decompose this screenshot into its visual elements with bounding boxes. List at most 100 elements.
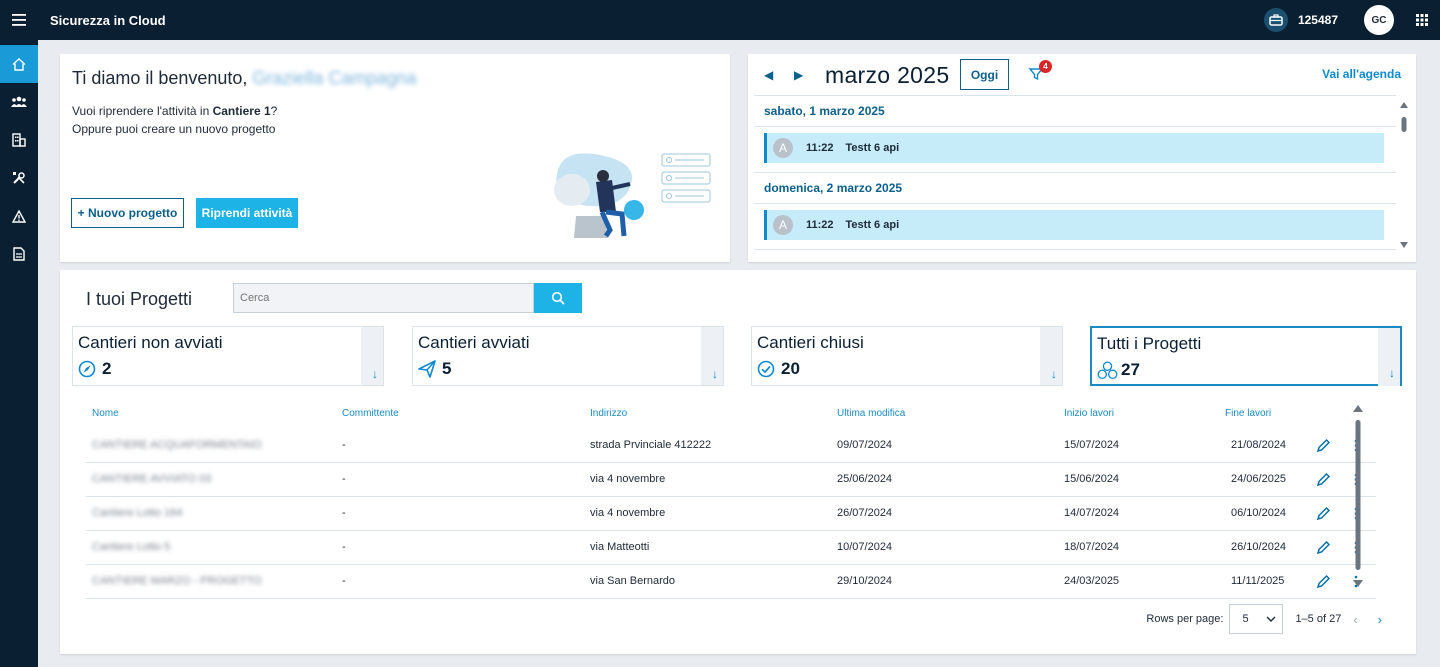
tile-label: Cantieri non avviati: [78, 333, 223, 352]
menu-icon[interactable]: [0, 0, 38, 40]
cell-name: CANTIERE ACQUAFORMENTAIO: [92, 439, 262, 451]
welcome-card: Ti diamo il benvenuto, Graziella Campagn…: [60, 54, 730, 262]
tile-count: 2: [102, 359, 112, 378]
cell-name: Cantiere Lotto 5: [92, 541, 171, 553]
tile-tutti-i-progetti[interactable]: Tutti i Progetti 27 ↓: [1090, 326, 1402, 386]
next-month-arrow[interactable]: ▶: [794, 68, 803, 82]
circles-icon: [1097, 361, 1118, 380]
cell-start: 15/06/2024: [1064, 473, 1120, 485]
rows-per-page-select[interactable]: 5: [1229, 604, 1284, 634]
table-row[interactable]: CANTIERE ACQUAFORMENTAIO - strada Prvinc…: [86, 429, 1376, 463]
go-to-agenda-link[interactable]: Vai all'agenda: [1322, 67, 1401, 81]
tile-cantieri-non-avviati[interactable]: Cantieri non avviati 2 ↓: [72, 326, 384, 386]
sidebar-item-home[interactable]: [0, 45, 38, 83]
sidebar-item-tools[interactable]: [0, 159, 38, 197]
account-code: 125487: [1297, 13, 1338, 27]
column-header-committente[interactable]: Committente: [342, 408, 399, 419]
tile-count: 20: [781, 359, 800, 378]
check-circle-icon: [757, 360, 775, 378]
previous-page-icon[interactable]: ‹: [1353, 612, 1357, 627]
table-header: Nome Committente Indirizzo Ultima modifi…: [86, 402, 1376, 429]
filter-count-badge: 4: [1039, 60, 1052, 73]
arrow-down-icon[interactable]: ↓: [1051, 367, 1057, 381]
cell-address: via 4 novembre: [590, 507, 666, 519]
sidebar-item-documents[interactable]: [0, 235, 38, 273]
search-button[interactable]: [534, 283, 582, 313]
table-row[interactable]: CANTIERE MARZO - PROGETTO - via San Bern…: [86, 565, 1376, 599]
edit-pencil-icon[interactable]: [1316, 574, 1331, 589]
cell-name: CANTIERE AVVIATO 03: [92, 473, 212, 485]
arrow-down-icon[interactable]: ↓: [1389, 366, 1395, 380]
user-avatar[interactable]: GC: [1364, 5, 1394, 35]
resume-line: Vuoi riprendere l'attività in Cantiere 1…: [72, 104, 277, 118]
welcome-heading: Ti diamo il benvenuto, Graziella Campagn…: [72, 68, 417, 89]
page-range: 1–5 of 27: [1295, 613, 1342, 625]
cell-address: via Matteotti: [590, 541, 650, 553]
new-project-button[interactable]: + Nuovo progetto: [71, 198, 184, 228]
table-row[interactable]: Cantiere Lotto 164 - via 4 novembre 26/0…: [86, 497, 1376, 531]
resume-activity-button[interactable]: Riprendi attività: [196, 198, 298, 228]
cell-client: -: [342, 473, 346, 485]
tile-count: 27: [1121, 360, 1140, 379]
cell-end: 21/08/2024: [1231, 439, 1287, 451]
user-name: Graziella Campagna: [252, 68, 417, 88]
column-header-indirizzo[interactable]: Indirizzo: [590, 408, 627, 419]
document-icon: [13, 247, 25, 261]
event-avatar: A: [773, 138, 793, 158]
column-header-ultima-modifica[interactable]: Ultima modifica: [837, 408, 905, 419]
event-time: 11:22: [806, 219, 834, 231]
top-bar: Sicurezza in Cloud 125487 GC: [0, 0, 1440, 40]
event-title: Testt 6 api: [845, 142, 900, 154]
cell-end: 24/06/2025: [1231, 473, 1287, 485]
rows-per-page-label: Rows per page:: [1146, 613, 1224, 625]
next-page-icon[interactable]: ›: [1378, 612, 1382, 627]
resume-suffix: ?: [270, 104, 278, 118]
tile-cantieri-chiusi[interactable]: Cantieri chiusi 20 ↓: [751, 326, 1063, 386]
arrow-down-icon[interactable]: ↓: [712, 367, 718, 381]
column-header-fine-lavori[interactable]: Fine lavori: [1225, 408, 1271, 419]
edit-pencil-icon[interactable]: [1316, 506, 1331, 521]
table-scrollbar[interactable]: [1352, 402, 1364, 590]
cell-client: -: [342, 507, 346, 519]
create-line: Oppure puoi creare un nuovo progetto: [72, 122, 276, 136]
agenda-scrollbar[interactable]: [1400, 100, 1408, 250]
sidebar-item-warnings[interactable]: [0, 197, 38, 235]
cell-address: strada Prvinciale 412222: [590, 439, 712, 451]
resume-site: Cantiere 1: [212, 104, 271, 118]
projects-search-input[interactable]: [233, 283, 534, 313]
sidebar-item-users[interactable]: [0, 83, 38, 121]
cell-address: via 4 novembre: [590, 473, 666, 485]
sidebar-item-buildings[interactable]: [0, 121, 38, 159]
agenda-day-events: A 11:22 Testt 6 api: [754, 127, 1396, 173]
event-title: Testt 6 api: [845, 219, 900, 231]
search-icon: [551, 291, 565, 305]
compass-icon: [78, 360, 96, 378]
users-icon: [11, 96, 27, 107]
previous-month-arrow[interactable]: ◀: [764, 68, 773, 82]
tools-icon: [13, 172, 25, 184]
table-row[interactable]: Cantiere Lotto 5 - via Matteotti 10/07/2…: [86, 531, 1376, 565]
warning-icon: [12, 209, 26, 223]
table-row[interactable]: CANTIERE AVVIATO 03 - via 4 novembre 25/…: [86, 463, 1376, 497]
cell-address: via San Bernardo: [590, 575, 675, 587]
edit-pencil-icon[interactable]: [1316, 472, 1331, 487]
projects-title: I tuoi Progetti: [86, 289, 193, 309]
cell-start: 24/03/2025: [1064, 575, 1120, 587]
edit-pencil-icon[interactable]: [1316, 438, 1331, 453]
greeting-text: Ti diamo il benvenuto,: [72, 68, 248, 88]
tile-label: Cantieri avviati: [418, 333, 530, 352]
agenda-event[interactable]: A 11:22 Testt 6 api: [764, 133, 1384, 163]
column-header-nome[interactable]: Nome: [92, 408, 119, 419]
agenda-day-header: domenica, 2 marzo 2025: [754, 173, 1396, 204]
column-header-inizio-lavori[interactable]: Inizio lavori: [1064, 408, 1114, 419]
sidebar: [0, 40, 38, 667]
tile-cantieri-avviati[interactable]: Cantieri avviati 5 ↓: [412, 326, 724, 386]
today-button[interactable]: Oggi: [960, 59, 1009, 90]
agenda-event[interactable]: A 11:22 Testt 6 api: [764, 210, 1384, 240]
apps-grid-icon[interactable]: [1414, 12, 1430, 28]
paper-plane-icon: [418, 360, 436, 378]
tile-label: Tutti i Progetti: [1097, 334, 1202, 353]
edit-pencil-icon[interactable]: [1316, 540, 1331, 555]
briefcase-icon[interactable]: [1263, 8, 1288, 32]
arrow-down-icon[interactable]: ↓: [372, 367, 378, 381]
